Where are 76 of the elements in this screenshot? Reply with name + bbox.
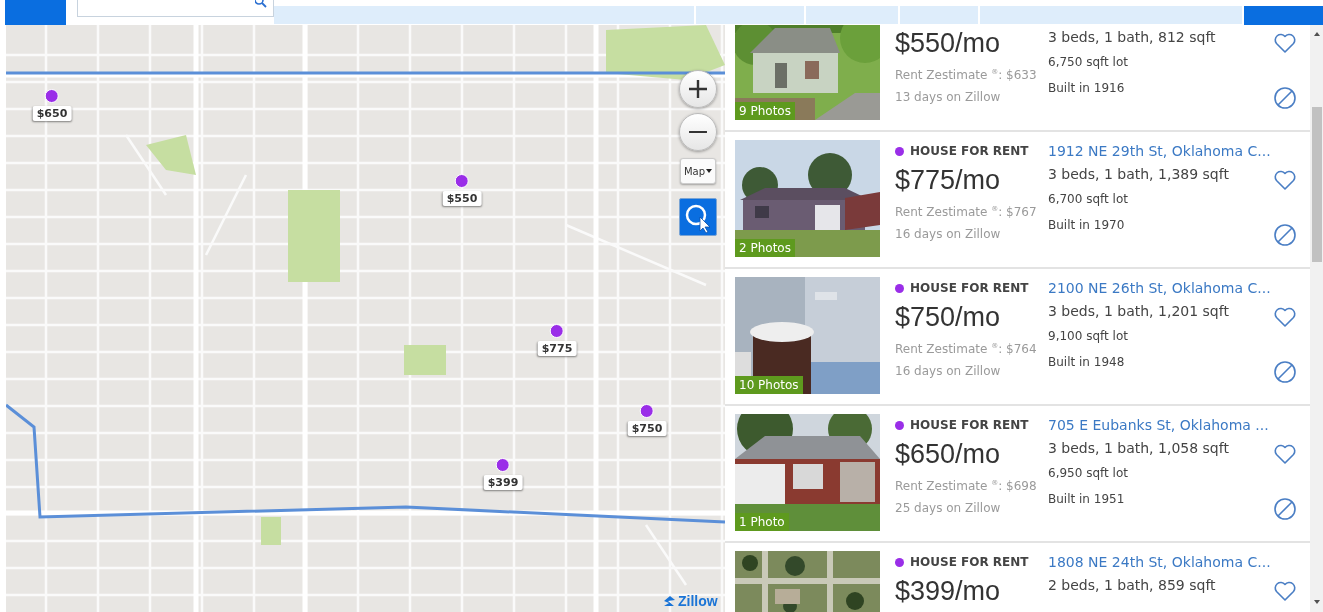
map-type-button[interactable]: Map <box>680 158 716 184</box>
save-button[interactable] <box>1273 31 1297 55</box>
logo-text: Zillow <box>678 593 718 609</box>
year-built: Built in 1970 <box>1048 217 1126 234</box>
listing-card[interactable]: 2 Photos HOUSE FOR RENT $775/mo Rent Zestimate $^{®}$: $767 16 days on Zillow 1912 NE 29th St, Oklahoma C... 3 beds, 1 bath, 1,389 sqft 6,700 sqft lot Built in 1970 <box>725 132 1310 269</box>
listing-facts: 3 beds, 1 bath, 1,389 sqft <box>1048 165 1230 184</box>
heart-icon <box>1273 168 1297 192</box>
listing-price: $650/mo <box>895 438 1002 471</box>
listing-type: HOUSE FOR RENT <box>910 281 1029 295</box>
lot-size: 6,950 sqft lot <box>1048 465 1129 482</box>
listing-facts: 2 beds, 1 bath, 859 sqft <box>1048 576 1217 595</box>
year-built: Built in 1916 <box>1048 80 1126 97</box>
listing-card[interactable]: HOUSE FOR RENT $399/mo 1808 NE 24th St, Oklahoma C... 2 beds, 1 bath, 859 sqft <box>725 543 1310 612</box>
listing-type: HOUSE FOR RENT <box>910 555 1029 569</box>
listing-facts: 3 beds, 1 bath, 1,201 sqft <box>1048 302 1230 321</box>
listing-price: $399/mo <box>895 575 1002 608</box>
status-dot <box>895 557 904 567</box>
rent-zestimate: Rent Zestimate $^{®}$: $633 <box>895 67 1038 84</box>
ban-icon <box>1273 86 1297 110</box>
listing-price: $750/mo <box>895 301 1002 334</box>
listing-facts: 3 beds, 1 bath, 812 sqft <box>1048 28 1217 47</box>
rent-zestimate: Rent Zestimate $^{®}$: $767 <box>895 204 1038 221</box>
minus-icon <box>689 130 707 134</box>
hide-button[interactable] <box>1273 223 1297 247</box>
lot-size: 6,700 sqft lot <box>1048 191 1129 208</box>
address-link[interactable]: 2100 NE 26th St, Oklahoma C... <box>1048 277 1270 299</box>
lot-size: 6,750 sqft lot <box>1048 54 1129 71</box>
status-dot <box>895 420 904 430</box>
listing-card[interactable]: 9 Photos $550/mo Rent Zestimate $^{®}$: $633 13 days on Zillow 3 beds, 1 bath, 812 sqft 6,750 sqft lot Built in 1916 <box>725 25 1310 132</box>
address-link[interactable]: 1808 NE 24th St, Oklahoma C... <box>1048 551 1270 573</box>
status-dot <box>895 283 904 293</box>
draw-tool-button[interactable] <box>679 198 717 236</box>
heart-icon <box>1273 31 1297 55</box>
rent-zestimate: Rent Zestimate $^{®}$: $764 <box>895 341 1038 358</box>
ban-icon <box>1273 223 1297 247</box>
search-field[interactable] <box>77 0 275 17</box>
save-button[interactable] <box>1273 442 1297 466</box>
heart-icon <box>1273 305 1297 329</box>
save-button[interactable] <box>1273 305 1297 329</box>
listing-type: HOUSE FOR RENT <box>910 144 1029 158</box>
price-label[interactable]: $399 <box>483 475 523 490</box>
save-button[interactable] <box>1273 579 1297 603</box>
logo-icon <box>663 595 676 607</box>
ban-icon <box>1273 497 1297 521</box>
ban-icon <box>1273 360 1297 384</box>
price-label[interactable]: $775 <box>537 341 577 356</box>
address-link[interactable]: 1912 NE 29th St, Oklahoma C... <box>1048 140 1270 162</box>
hide-button[interactable] <box>1273 497 1297 521</box>
listing-card[interactable]: 1 Photo HOUSE FOR RENT $650/mo Rent Zestimate $^{®}$: $698 25 days on Zillow 705 E Eubanks St, Oklahoma ... 3 beds, 1 bath, 1,058 sqft 6,950 sqft lot Built in 1951 <box>725 406 1310 543</box>
listing-facts: 3 beds, 1 bath, 1,058 sqft <box>1048 439 1230 458</box>
caret-icon <box>706 169 713 173</box>
plus-icon <box>687 78 709 100</box>
days-on-market: 16 days on Zillow <box>895 226 1002 243</box>
price-label[interactable]: $750 <box>627 421 667 436</box>
search-icon[interactable] <box>255 0 268 8</box>
heart-icon <box>1273 579 1297 603</box>
price-label[interactable]: $550 <box>442 191 482 206</box>
save-button[interactable] <box>1273 168 1297 192</box>
heart-icon <box>1273 442 1297 466</box>
days-on-market: 13 days on Zillow <box>895 89 1002 106</box>
year-built: Built in 1951 <box>1048 491 1126 508</box>
days-on-market: 16 days on Zillow <box>895 363 1002 380</box>
listing-card[interactable]: 10 Photos HOUSE FOR RENT $750/mo Rent Zestimate $^{®}$: $764 16 days on Zillow 2100 NE 26th St, Oklahoma C... 3 beds, 1 bath, 1,201 sqft 9,100 sqft lot Built in 1948 <box>725 269 1310 406</box>
listing-price: $550/mo <box>895 27 1002 60</box>
rent-zestimate: Rent Zestimate $^{®}$: $698 <box>895 478 1038 495</box>
status-dot <box>895 146 904 156</box>
listing-type: HOUSE FOR RENT <box>910 418 1029 432</box>
hide-button[interactable] <box>1273 86 1297 110</box>
hide-button[interactable] <box>1273 360 1297 384</box>
listing-price: $775/mo <box>895 164 1002 197</box>
scrollbar[interactable] <box>1310 25 1323 612</box>
year-built: Built in 1948 <box>1048 354 1126 371</box>
days-on-market: 25 days on Zillow <box>895 500 1002 517</box>
lot-size: 9,100 sqft lot <box>1048 328 1129 345</box>
address-link[interactable]: 705 E Eubanks St, Oklahoma ... <box>1048 414 1270 436</box>
price-label[interactable]: $650 <box>32 106 72 121</box>
